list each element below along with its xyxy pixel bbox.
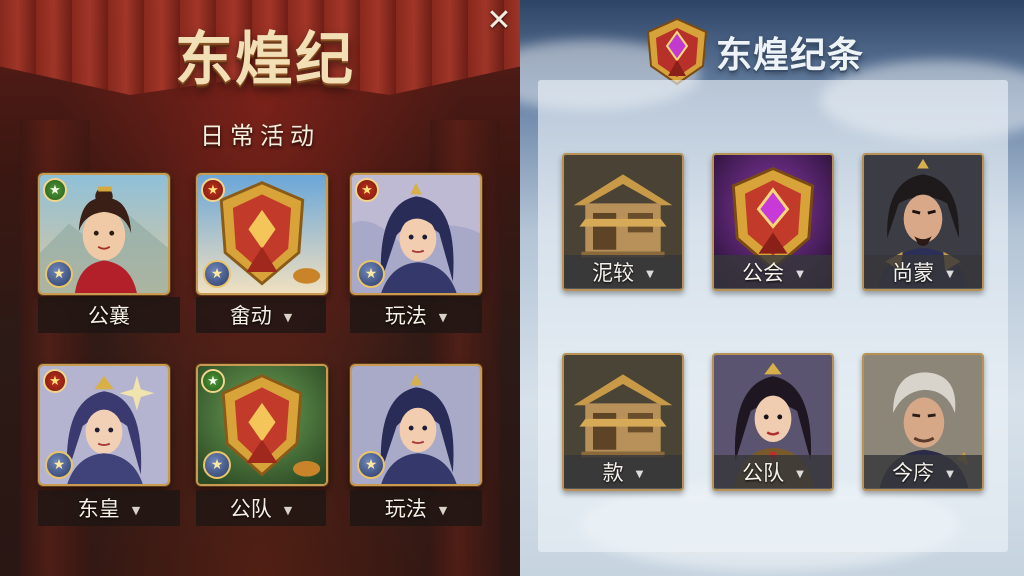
archive-card[interactable]: 今庈 ▼ <box>862 353 984 491</box>
card-label: 公会 ▼ <box>714 255 832 289</box>
activity-card[interactable]: ★ ★ <box>196 173 328 295</box>
archive-card[interactable]: 尚蒙 ▼ <box>862 153 984 291</box>
archive-card[interactable]: 款 ▼ <box>562 353 684 491</box>
coin-icon: ★ <box>203 260 231 288</box>
chevron-down-icon: ▼ <box>283 310 293 324</box>
star-badge-icon: ★ <box>43 178 67 202</box>
coin-icon: ★ <box>45 260 73 288</box>
panel-title: 东煌纪 <box>174 25 355 93</box>
activity-card[interactable]: ★ ★ <box>196 364 328 486</box>
close-icon[interactable]: ✕ <box>484 6 514 36</box>
card-label[interactable]: 公襄 <box>38 297 180 333</box>
chevron-down-icon: ▼ <box>796 268 804 280</box>
card-label: 公队 ▼ <box>714 455 832 489</box>
activity-card[interactable]: ★ ★ <box>350 173 482 295</box>
daily-activities-panel: 东煌纪 日常活动 ✕ ★ ★ 公襄 ★ ★ 畬动 ▼ ★ ★ 玩法 ▼ ★ ★ … <box>0 0 520 576</box>
star-badge-icon: ★ <box>201 178 225 202</box>
archive-panel: 东煌纪条 ✕ 泥较 ▼ 公会 ▼ <box>520 0 1024 576</box>
star-badge-icon: ★ <box>201 369 225 393</box>
card-label: 款 ▼ <box>564 455 682 489</box>
card-label: 尚蒙 ▼ <box>864 255 982 289</box>
card-label: 泥较 ▼ <box>564 255 682 289</box>
star-badge-icon: ★ <box>43 369 67 393</box>
chevron-down-icon: ▼ <box>283 503 293 517</box>
card-label[interactable]: 畬动 ▼ <box>196 297 326 333</box>
coin-icon: ★ <box>45 451 73 479</box>
chevron-down-icon: ▼ <box>946 468 954 480</box>
emblem-icon <box>646 17 708 86</box>
chevron-down-icon: ▼ <box>635 468 644 480</box>
activity-card[interactable]: ★ ★ <box>38 173 170 295</box>
chevron-down-icon: ▼ <box>796 468 804 480</box>
panel-title: 东煌纪条 <box>716 34 865 76</box>
chevron-down-icon: ▼ <box>946 268 954 280</box>
card-label[interactable]: 玩法 ▼ <box>350 297 482 333</box>
card-label[interactable]: 玩法 ▼ <box>350 490 482 526</box>
chevron-down-icon: ▼ <box>438 503 448 517</box>
panel-subtitle: 日常活动 <box>200 122 320 150</box>
coin-icon: ★ <box>357 260 385 288</box>
activity-card[interactable]: ★ <box>350 364 482 486</box>
archive-card[interactable]: 泥较 ▼ <box>562 153 684 291</box>
coin-icon: ★ <box>203 451 231 479</box>
card-label[interactable]: 公队 ▼ <box>196 490 326 526</box>
card-label[interactable]: 东皇 ▼ <box>38 490 180 526</box>
coin-icon: ★ <box>357 451 385 479</box>
chevron-down-icon: ▼ <box>131 503 141 517</box>
star-badge-icon: ★ <box>355 178 379 202</box>
archive-card[interactable]: 公队 ▼ <box>712 353 834 491</box>
archive-card[interactable]: 公会 ▼ <box>712 153 834 291</box>
chevron-down-icon: ▼ <box>646 268 654 280</box>
activity-card[interactable]: ★ ★ <box>38 364 170 486</box>
chevron-down-icon: ▼ <box>438 310 448 324</box>
card-label: 今庈 ▼ <box>864 455 982 489</box>
